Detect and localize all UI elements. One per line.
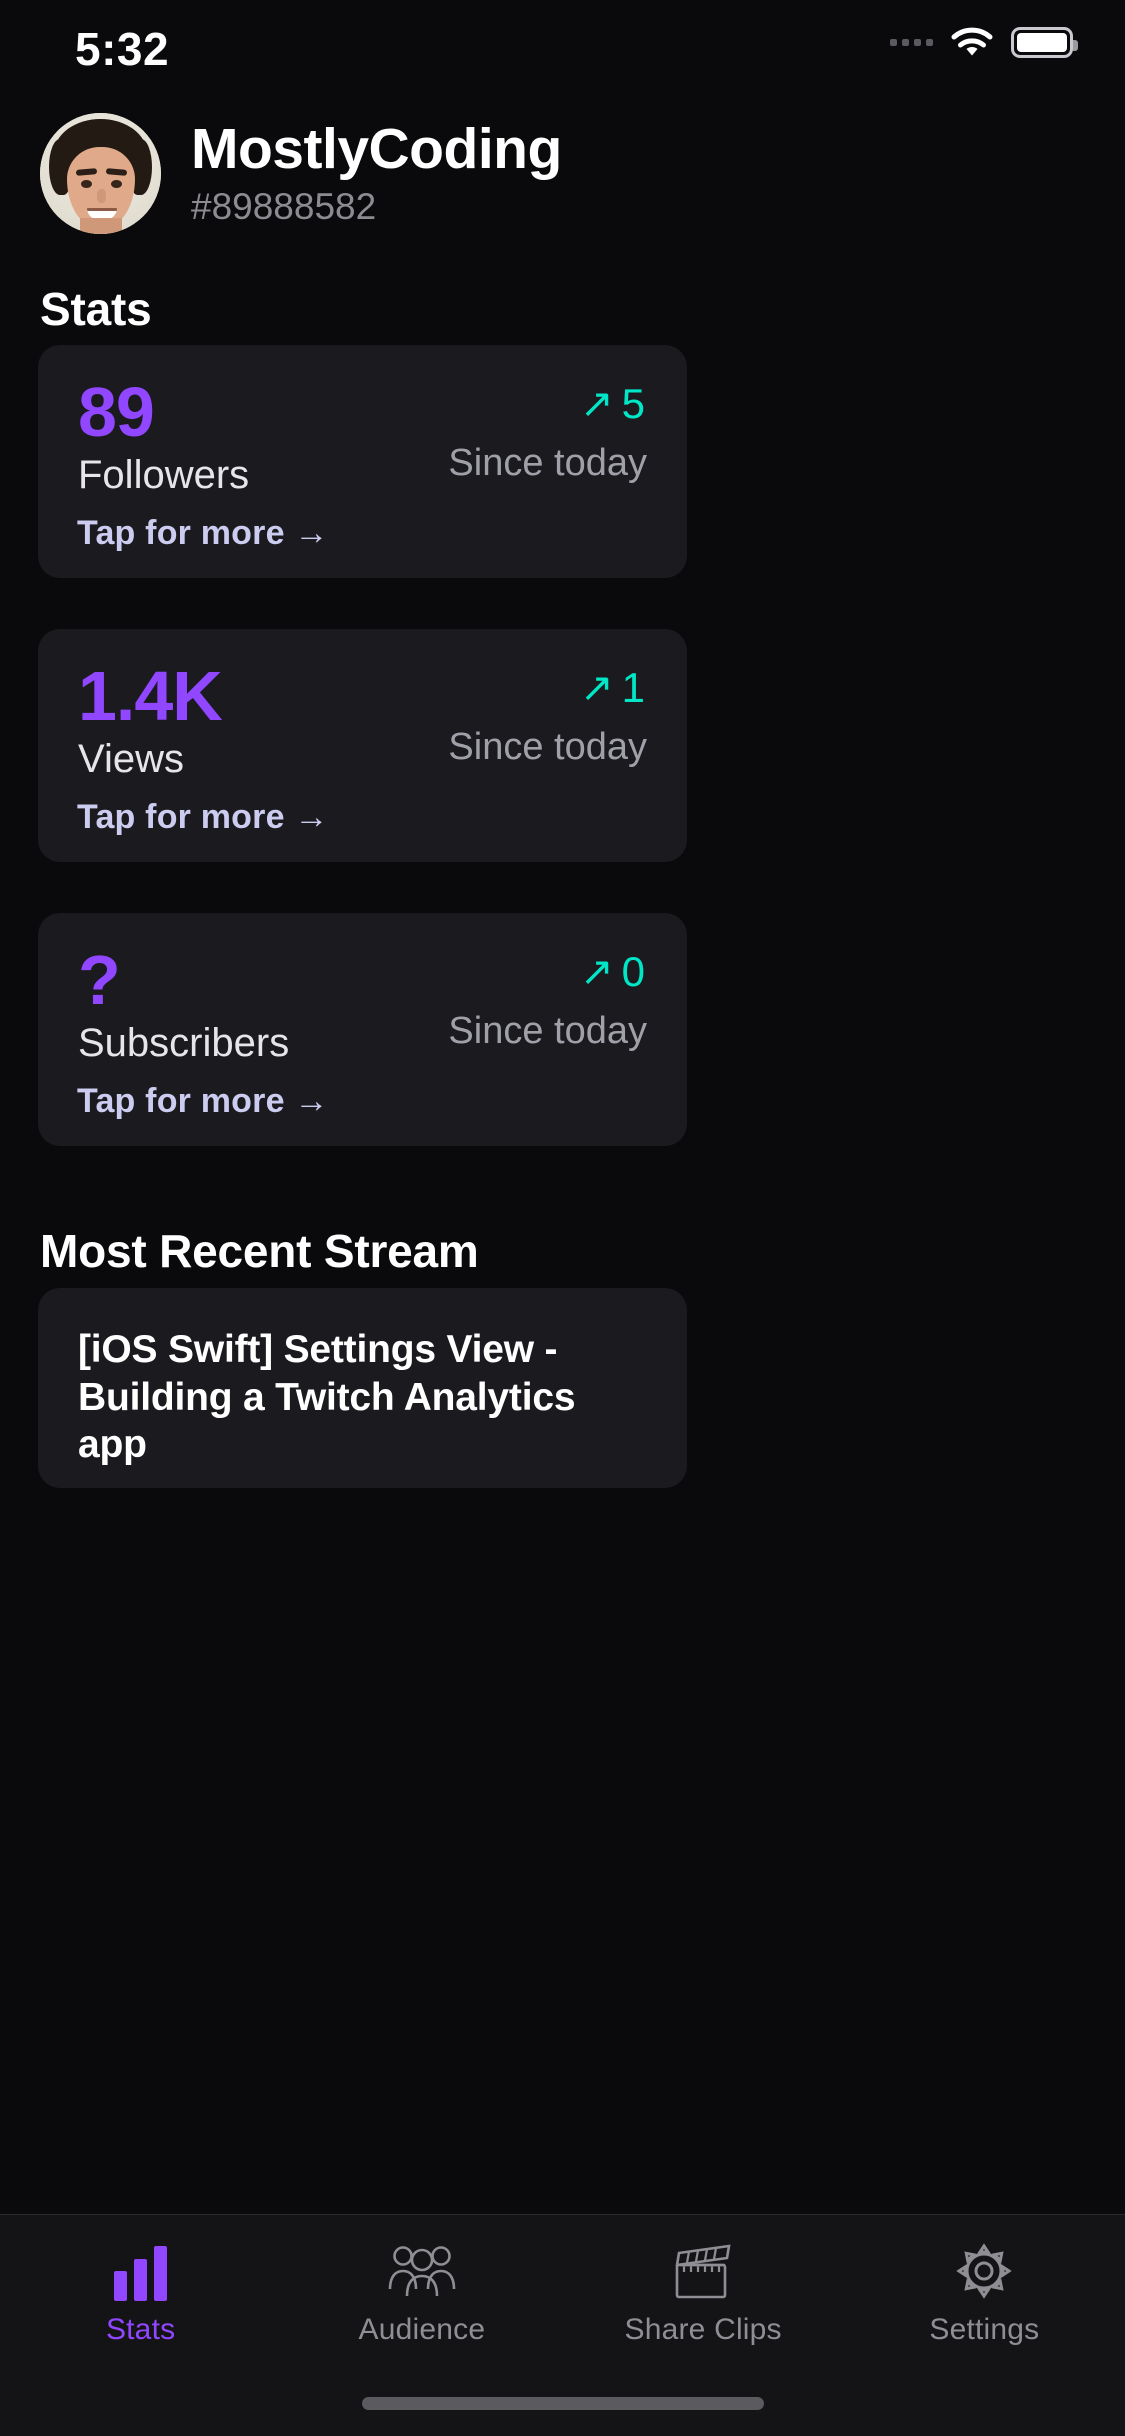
trend-up-arrow-icon: ↗	[580, 950, 614, 994]
trend-up-arrow-icon: ↗	[580, 382, 614, 426]
recent-stream-card[interactable]: [iOS Swift] Settings View - Building a T…	[38, 1288, 687, 1488]
stat-card-views[interactable]: 1.4K Views Tap for more → ↗ 1 Since toda…	[38, 629, 687, 862]
stat-delta-period: Since today	[448, 726, 647, 768]
profile-header[interactable]: MostlyCoding #89888582	[40, 113, 562, 234]
tab-label: Stats	[105, 2313, 176, 2346]
avatar	[40, 113, 161, 234]
status-bar: 5:32	[0, 0, 1125, 120]
battery-icon	[1011, 26, 1078, 58]
tab-settings[interactable]: Settings	[844, 2241, 1125, 2347]
stat-delta-value: 1	[621, 664, 645, 711]
tab-audience[interactable]: Audience	[281, 2241, 562, 2347]
tab-share-clips[interactable]: Share Clips	[563, 2241, 844, 2347]
stat-delta-period: Since today	[448, 442, 647, 484]
tab-stats[interactable]: Stats	[0, 2241, 281, 2347]
signal-dots-icon	[890, 38, 933, 46]
tap-for-more-link[interactable]: Tap for more →	[77, 1082, 329, 1120]
stat-card-subscribers[interactable]: ? Subscribers Tap for more → ↗ 0 Since t…	[38, 913, 687, 1146]
status-bar-time: 5:32	[75, 23, 170, 75]
profile-display-name: MostlyCoding	[191, 116, 562, 181]
recent-stream-title: [iOS Swift] Settings View - Building a T…	[78, 1328, 576, 1467]
bar-chart-icon	[114, 2241, 168, 2301]
tab-label: Audience	[358, 2313, 486, 2346]
tab-label: Share Clips	[624, 2313, 782, 2346]
stat-delta: ↗ 0	[580, 951, 645, 993]
stats-section-heading: Stats	[40, 283, 152, 335]
stat-delta: ↗ 5	[580, 383, 645, 425]
clapperboard-icon	[667, 2241, 739, 2301]
stat-delta-period: Since today	[448, 1010, 647, 1052]
stat-delta-value: 0	[621, 948, 645, 995]
stat-delta-value: 5	[621, 380, 645, 427]
stat-value: 89	[78, 373, 155, 451]
profile-text: MostlyCoding #89888582	[191, 116, 562, 228]
profile-user-id: #89888582	[191, 186, 377, 228]
stat-card-followers[interactable]: 89 Followers Tap for more → ↗ 5 Since to…	[38, 345, 687, 578]
tab-label: Settings	[929, 2313, 1040, 2346]
home-indicator[interactable]	[361, 2397, 764, 2410]
wifi-icon	[951, 26, 993, 58]
status-bar-indicators	[890, 26, 1078, 58]
stat-delta: ↗ 1	[580, 667, 645, 709]
recent-stream-section-heading: Most Recent Stream	[40, 1225, 479, 1277]
app-screen: 5:32 MostlyCoding #89888582 Stats 89 Fol…	[0, 0, 1125, 2436]
trend-up-arrow-icon: ↗	[580, 666, 614, 710]
stat-label: Followers	[78, 453, 250, 497]
stat-label: Views	[78, 737, 184, 781]
stat-value: 1.4K	[78, 657, 223, 735]
stat-label: Subscribers	[78, 1021, 290, 1065]
people-group-icon	[385, 2241, 459, 2301]
gear-icon	[954, 2241, 1014, 2301]
stat-value: ?	[78, 941, 121, 1019]
tap-for-more-link[interactable]: Tap for more →	[77, 514, 329, 552]
tap-for-more-link[interactable]: Tap for more →	[77, 798, 329, 836]
